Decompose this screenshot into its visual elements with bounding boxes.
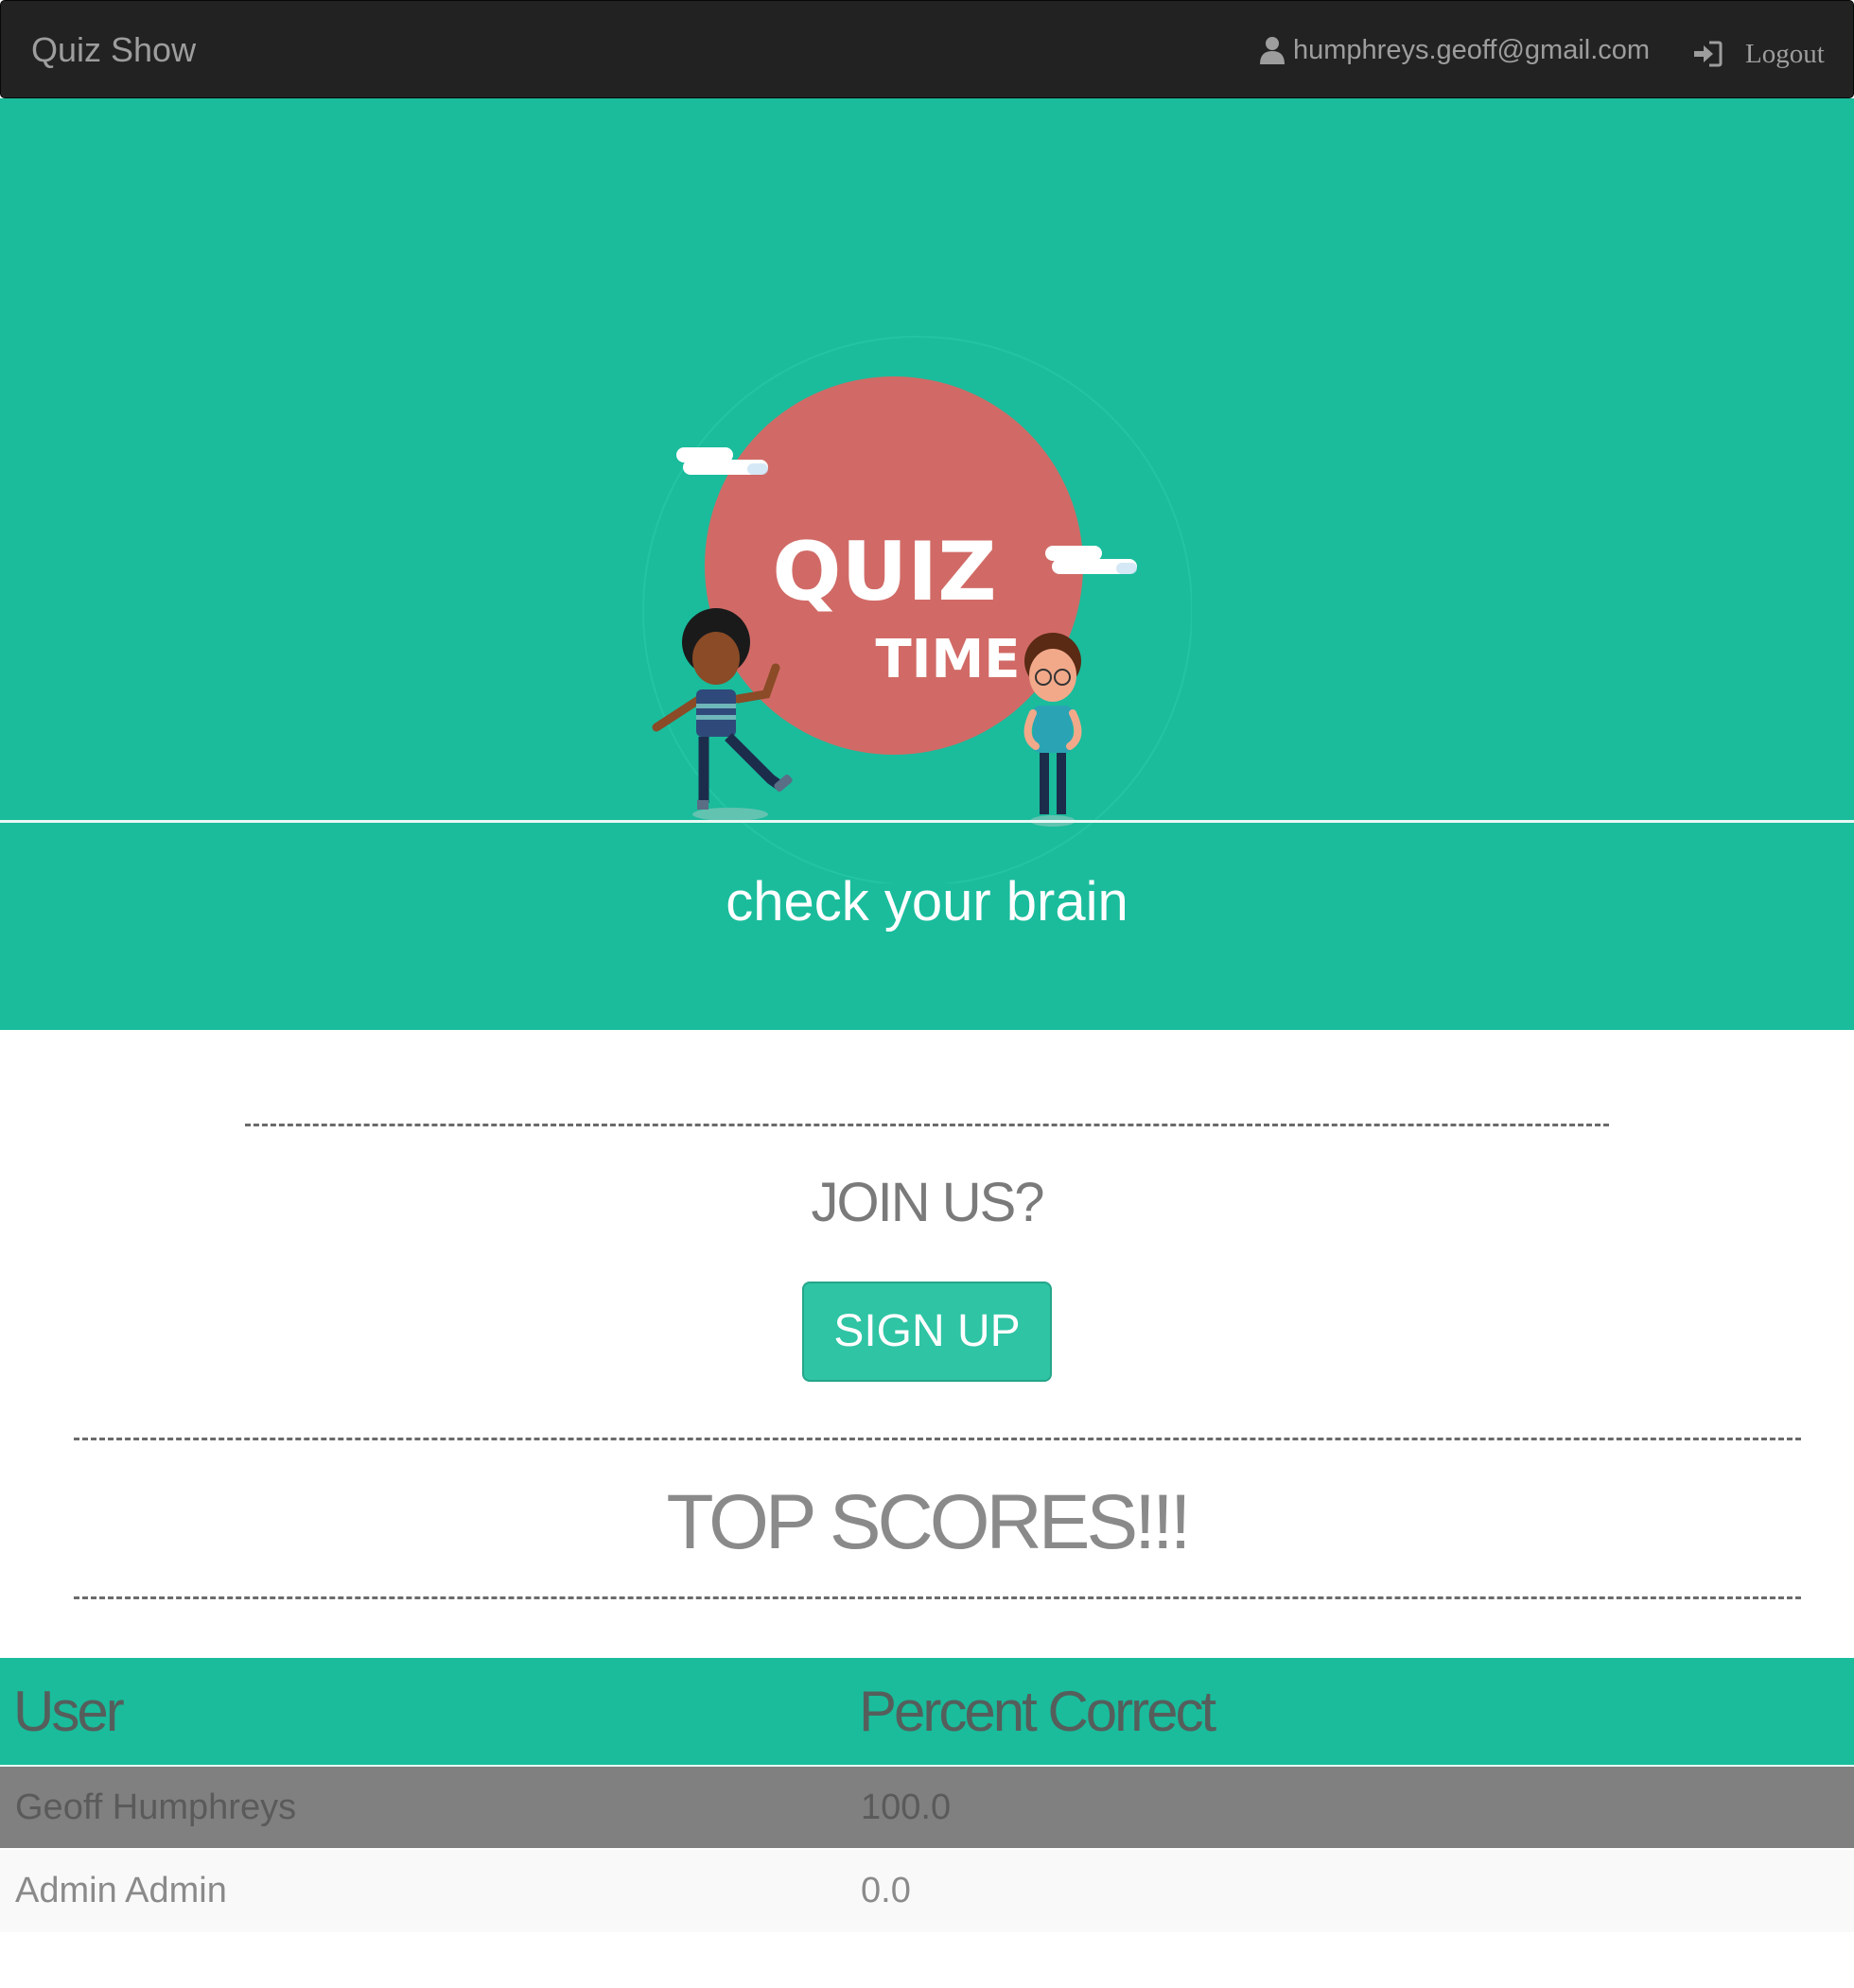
- hero-divider: [0, 820, 1854, 823]
- user-icon: [1260, 37, 1285, 64]
- user-profile-link[interactable]: humphreys.geoff@gmail.com: [1259, 27, 1650, 73]
- cell-user: Geoff Humphreys: [0, 1766, 846, 1850]
- cell-percent: 0.0: [846, 1849, 1854, 1932]
- dashed-divider: [245, 1124, 1609, 1126]
- logo-time-text: TIME: [875, 629, 1020, 690]
- scores-table: User Percent Correct Geoff Humphreys 100…: [0, 1658, 1854, 1932]
- cell-user: Admin Admin: [0, 1849, 846, 1932]
- dashed-divider: [74, 1596, 1801, 1599]
- brand-link[interactable]: Quiz Show: [31, 27, 196, 73]
- logout-link[interactable]: Logout: [1692, 31, 1825, 77]
- logout-icon: [1694, 41, 1723, 67]
- cell-percent: 100.0: [846, 1766, 1854, 1850]
- table-row: Admin Admin 0.0: [0, 1849, 1854, 1932]
- navbar: Quiz Show humphreys.geoff@gmail.com Logo…: [0, 0, 1854, 98]
- logo-quiz-text: QUIZ: [772, 525, 996, 619]
- column-header-percent: Percent Correct: [846, 1658, 1854, 1767]
- hero-banner: QUIZ TIME check your brain: [0, 98, 1854, 1030]
- user-email: humphreys.geoff@gmail.com: [1293, 34, 1651, 65]
- sign-up-button[interactable]: SIGN UP: [802, 1282, 1052, 1382]
- column-header-user: User: [0, 1658, 846, 1767]
- top-scores-heading: TOP SCORES!!!: [666, 1479, 1191, 1565]
- table-header-row: User Percent Correct: [0, 1658, 1854, 1767]
- logout-label: Logout: [1745, 38, 1825, 69]
- tagline: check your brain: [726, 871, 1128, 933]
- dashed-divider: [74, 1438, 1801, 1440]
- table-row: Geoff Humphreys 100.0: [0, 1766, 1854, 1850]
- quiz-time-illustration: QUIZ TIME: [642, 336, 1192, 883]
- join-heading: JOIN US?: [811, 1172, 1044, 1233]
